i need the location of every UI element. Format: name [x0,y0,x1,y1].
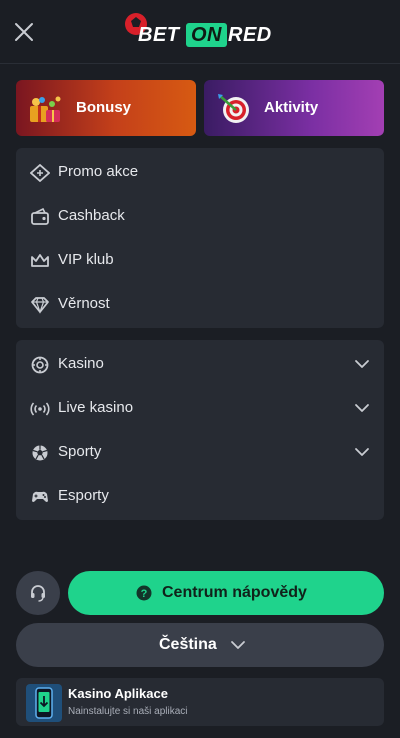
close-icon [15,23,33,41]
menu-item-sports[interactable]: Sporty [16,430,384,474]
casino-chip-icon [31,356,49,374]
bonus-tile[interactable]: Bonusy [16,80,196,136]
activity-tile[interactable]: Aktivity [204,80,384,136]
menu-label-vip: VIP klub [58,251,114,268]
app-banner-title: Kasino Aplikace [68,686,168,701]
logo-text-on: ON [186,23,227,47]
crown-icon [31,254,49,267]
support-button[interactable] [16,571,60,615]
app-banner-subtitle: Nainstalujte si naši aplikaci [68,706,188,717]
menu-label-casino: Kasino [58,355,104,372]
menu-label-esports: Esporty [58,487,109,504]
cashback-wallet-icon [31,208,49,225]
bonus-label: Bonusy [76,99,132,116]
chevron-down-icon [355,448,369,456]
live-broadcast-icon [30,402,50,416]
menu-label-live-casino: Live kasino [58,399,134,416]
chevron-down-icon [355,404,369,412]
activity-label: Aktivity [264,99,319,116]
app-install-banner[interactable]: Kasino Aplikace Nainstalujte si naši apl… [16,678,384,726]
svg-text:?: ? [141,588,148,600]
gift-boxes-icon [30,96,61,122]
language-label: Čeština [159,636,217,653]
dart-target-icon [218,94,249,123]
help-center-button[interactable]: ? Centrum nápovědy [68,571,384,615]
betonred-logo[interactable]: BET ON RED [124,12,278,50]
menu-label-promo: Promo akce [58,163,139,180]
chevron-down-icon [231,641,245,649]
question-icon: ? [136,585,152,601]
menu-panel-promotions: Promo akce Cashback VIP klub Věrnost [16,148,384,328]
language-selector[interactable]: Čeština [16,623,384,667]
chevron-down-icon [355,360,369,368]
logo-text-red: RED [228,24,272,46]
menu-item-loyalty[interactable]: Věrnost [16,282,384,326]
menu-label-cashback: Cashback [58,207,125,224]
menu-item-casino[interactable]: Kasino [16,342,384,386]
menu-label-loyalty: Věrnost [58,295,110,312]
diamond-icon [31,297,49,314]
menu-panel-games: Kasino Live kasino Sporty Esporty [16,340,384,520]
menu-item-vip[interactable]: VIP klub [16,238,384,282]
top-bar: BET ON RED [0,0,400,64]
menu-label-sports: Sporty [58,443,102,460]
menu-item-promo[interactable]: Promo akce [16,150,384,194]
gamepad-icon [32,491,48,502]
phone-app-icon [26,684,62,722]
promo-ticket-icon [30,164,50,182]
headset-icon [31,585,45,602]
menu-item-live-casino[interactable]: Live kasino [16,386,384,430]
help-center-label: Centrum nápovědy [162,584,307,601]
soccer-ball-icon [32,445,48,461]
menu-item-esports[interactable]: Esporty [16,474,384,518]
logo-text-bet: BET [138,24,180,46]
close-button[interactable] [12,20,36,44]
menu-item-cashback[interactable]: Cashback [16,194,384,238]
